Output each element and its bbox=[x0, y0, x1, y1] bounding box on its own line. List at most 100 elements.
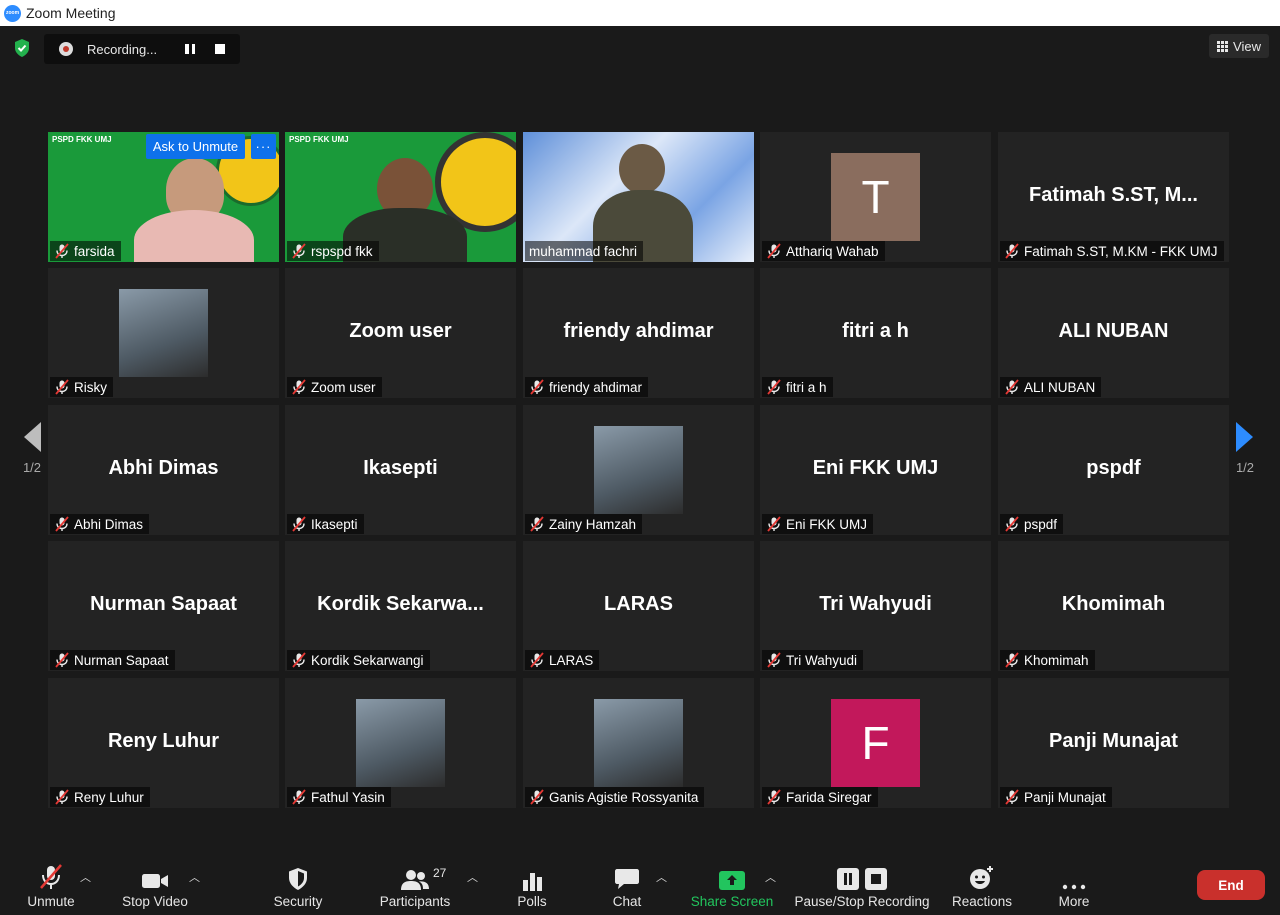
participant-tile[interactable]: Ikasepti Ikasepti bbox=[285, 405, 516, 535]
participant-name-tag: farsida bbox=[50, 241, 121, 261]
participant-tile[interactable]: Ganis Agistie Rossyanita bbox=[523, 678, 754, 808]
mic-muted-icon bbox=[530, 789, 544, 805]
mic-muted-icon bbox=[55, 516, 69, 532]
participant-tile[interactable]: friendy ahdimar friendy ahdimar bbox=[523, 268, 754, 398]
view-button[interactable]: View bbox=[1209, 34, 1269, 58]
participant-tile[interactable]: Kordik Sekarwa... Kordik Sekarwangi bbox=[285, 541, 516, 671]
participant-display-name: Zoom user bbox=[349, 320, 452, 342]
participant-tile[interactable]: T Atthariq Wahab bbox=[760, 132, 991, 262]
unmute-button[interactable]: Unmute bbox=[24, 856, 78, 915]
recording-dot-icon bbox=[59, 42, 73, 56]
participant-name: Atthariq Wahab bbox=[786, 243, 879, 259]
mic-muted-icon bbox=[292, 243, 306, 259]
participant-tile[interactable]: Reny Luhur Reny Luhur bbox=[48, 678, 279, 808]
ask-to-unmute-button[interactable]: Ask to Unmute bbox=[146, 134, 245, 159]
mic-muted-icon bbox=[767, 652, 781, 668]
participant-display-name: Reny Luhur bbox=[107, 730, 220, 752]
participants-options-caret-icon[interactable]: ︿ bbox=[467, 869, 478, 885]
participant-name-tag: rspspd fkk bbox=[287, 241, 379, 261]
avatar bbox=[594, 426, 683, 514]
participant-name-tag: Kordik Sekarwangi bbox=[287, 650, 430, 670]
participant-name: Reny Luhur bbox=[74, 789, 144, 805]
participant-tile[interactable]: Fatimah S.ST, M... Fatimah S.ST, M.KM - F… bbox=[998, 132, 1229, 262]
participant-display-name: pspdf bbox=[1086, 457, 1141, 479]
previous-page-button[interactable]: 1/2 bbox=[14, 420, 50, 520]
video-feed bbox=[134, 210, 254, 262]
participant-tile[interactable]: PSPD FKK UMJ farsida Ask to Unmute ··· bbox=[48, 132, 279, 262]
participant-tile[interactable]: muhammad fachri bbox=[523, 132, 754, 262]
participant-name: Farida Siregar bbox=[786, 789, 872, 805]
participant-display-name: Ikasepti bbox=[363, 457, 438, 479]
participant-name: muhammad fachri bbox=[529, 243, 638, 259]
end-meeting-button[interactable]: End bbox=[1197, 870, 1265, 900]
participant-name: Zoom user bbox=[311, 379, 376, 395]
security-button[interactable]: Security bbox=[270, 856, 326, 915]
participant-name: fitri a h bbox=[786, 379, 827, 395]
mic-muted-icon bbox=[530, 516, 544, 532]
more-button[interactable]: More bbox=[1054, 856, 1094, 915]
participant-display-name: Tri Wahyudi bbox=[819, 593, 932, 615]
participant-tile[interactable]: Eni FKK UMJ Eni FKK UMJ bbox=[760, 405, 991, 535]
video-camera-icon bbox=[142, 874, 168, 888]
participant-tile[interactable]: Nurman Sapaat Nurman Sapaat bbox=[48, 541, 279, 671]
mic-muted-icon bbox=[1005, 243, 1019, 259]
participant-tile[interactable]: ALI NUBAN ALI NUBAN bbox=[998, 268, 1229, 398]
participant-tile[interactable]: Khomimah Khomimah bbox=[998, 541, 1229, 671]
participant-tile[interactable]: fitri a h fitri a h bbox=[760, 268, 991, 398]
participant-tile[interactable]: F Farida Siregar bbox=[760, 678, 991, 808]
participant-name-tag: Tri Wahyudi bbox=[762, 650, 864, 670]
chat-button[interactable]: Chat bbox=[608, 856, 646, 915]
video-options-caret-icon[interactable]: ︿ bbox=[189, 869, 200, 885]
participant-display-name: Kordik Sekarwa... bbox=[317, 593, 484, 615]
participant-tile[interactable]: Risky bbox=[48, 268, 279, 398]
participant-name: Nurman Sapaat bbox=[74, 652, 169, 668]
participant-tile[interactable]: Fathul Yasin bbox=[285, 678, 516, 808]
chat-options-caret-icon[interactable]: ︿ bbox=[656, 869, 667, 885]
participant-name-tag: Atthariq Wahab bbox=[762, 241, 885, 261]
mic-muted-icon bbox=[55, 652, 69, 668]
participant-name: ALI NUBAN bbox=[1024, 379, 1096, 395]
stop-recording-button[interactable] bbox=[215, 44, 225, 54]
participant-name-tag: fitri a h bbox=[762, 377, 833, 397]
participant-tile[interactable]: PSPD FKK UMJ rspspd fkk bbox=[285, 132, 516, 262]
window-title: Zoom Meeting bbox=[26, 5, 116, 21]
share-screen-button[interactable]: Share Screen bbox=[690, 856, 774, 915]
participant-tile[interactable]: Zainy Hamzah bbox=[523, 405, 754, 535]
next-page-button[interactable]: 1/2 bbox=[1227, 420, 1263, 520]
reactions-smiley-icon bbox=[970, 866, 993, 889]
share-options-caret-icon[interactable]: ︿ bbox=[765, 869, 776, 885]
stop-video-button[interactable]: Stop Video bbox=[118, 856, 192, 915]
participant-tile[interactable]: Tri Wahyudi Tri Wahyudi bbox=[760, 541, 991, 671]
chevron-right-icon bbox=[1236, 422, 1253, 452]
participant-display-name: Fatimah S.ST, M... bbox=[1029, 184, 1198, 206]
tile-more-options-button[interactable]: ··· bbox=[251, 134, 276, 159]
pause-recording-button[interactable] bbox=[185, 44, 195, 54]
audio-options-caret-icon[interactable]: ︿ bbox=[80, 869, 91, 885]
participant-name-tag: Panji Munajat bbox=[1000, 787, 1112, 807]
polls-button[interactable]: Polls bbox=[512, 856, 552, 915]
mic-muted-icon bbox=[530, 652, 544, 668]
participant-name: Ganis Agistie Rossyanita bbox=[549, 789, 699, 805]
participant-display-name: Panji Munajat bbox=[1049, 730, 1178, 752]
grid-view-icon bbox=[1217, 40, 1229, 52]
polls-bar-chart-icon bbox=[523, 873, 542, 891]
participant-tile[interactable]: Abhi Dimas Abhi Dimas bbox=[48, 405, 279, 535]
participant-name-tag: Khomimah bbox=[1000, 650, 1095, 670]
participant-tile[interactable]: LARAS LARAS bbox=[523, 541, 754, 671]
participant-tile[interactable]: pspdf pspdf bbox=[998, 405, 1229, 535]
avatar: F bbox=[831, 699, 920, 787]
participants-button[interactable]: Participants bbox=[376, 856, 454, 915]
share-screen-arrow-icon bbox=[719, 871, 745, 890]
avatar bbox=[356, 699, 445, 787]
participant-name: Abhi Dimas bbox=[74, 516, 144, 532]
participant-tile[interactable]: Panji Munajat Panji Munajat bbox=[998, 678, 1229, 808]
encryption-shield-icon[interactable] bbox=[12, 38, 32, 58]
participant-tile[interactable]: Zoom user Zoom user bbox=[285, 268, 516, 398]
pause-stop-recording-button[interactable]: Pause/Stop Recording bbox=[794, 856, 930, 915]
mic-muted-icon bbox=[292, 789, 306, 805]
reactions-button[interactable]: Reactions bbox=[950, 856, 1014, 915]
participant-name: LARAS bbox=[549, 652, 594, 668]
participant-display-name: ALI NUBAN bbox=[1058, 320, 1169, 342]
participant-name: Fatimah S.ST, M.KM - FKK UMJ bbox=[1024, 243, 1218, 259]
chevron-left-icon bbox=[24, 422, 41, 452]
